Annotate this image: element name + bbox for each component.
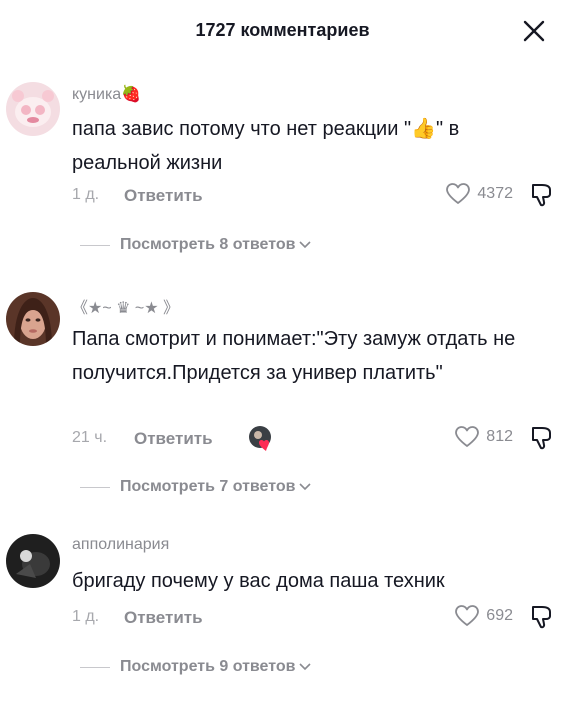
dislike-button[interactable] <box>529 604 555 635</box>
close-icon <box>523 20 545 42</box>
view-replies-label: Посмотреть 9 ответов <box>120 658 296 675</box>
dislike-icon <box>532 606 551 629</box>
avatar[interactable] <box>6 292 60 346</box>
avatar[interactable] <box>6 534 60 588</box>
comment-time: 21 ч. <box>72 429 108 446</box>
comment-item: 《★~ ♛ ~★ 》 Папа смотрит и понимает:"Эту … <box>0 288 565 508</box>
heart-icon <box>259 440 269 451</box>
reply-button[interactable]: Ответить <box>124 608 203 628</box>
view-replies-button[interactable]: Посмотреть 8 ответов <box>80 236 312 254</box>
like-button[interactable]: 812 <box>454 425 513 449</box>
dislike-button[interactable] <box>529 425 555 456</box>
username[interactable]: 《★~ ♛ ~★ 》 <box>72 294 179 318</box>
like-button[interactable]: 692 <box>454 604 513 628</box>
chevron-down-icon <box>299 663 312 671</box>
view-replies-label: Посмотреть 8 ответов <box>120 236 296 253</box>
comments-header: 1727 комментариев <box>0 0 565 62</box>
chevron-down-icon <box>299 483 312 491</box>
heart-icon <box>455 605 480 626</box>
like-button[interactable]: 4372 <box>445 182 513 206</box>
like-count: 4372 <box>477 185 513 202</box>
comment-text: Папа смотрит и понимает:"Эту замуж отдат… <box>72 328 516 384</box>
close-button[interactable] <box>521 18 547 44</box>
heart-icon <box>455 426 480 447</box>
comment-item: куника🍓 папа завис потому что нет реакци… <box>0 78 565 268</box>
reply-button[interactable]: Ответить <box>134 429 213 449</box>
reply-button[interactable]: Ответить <box>124 186 203 206</box>
comment-time: 1 д. <box>72 608 100 625</box>
dislike-icon <box>532 427 551 450</box>
comment-text: бригаду почему у вас дома паша техник <box>72 570 445 592</box>
comment-text: папа завис потому что нет реакции "👍" в … <box>72 118 460 174</box>
comment-time: 1 д. <box>72 186 100 203</box>
username[interactable]: куника🍓 <box>72 84 141 104</box>
creator-liked-badge <box>248 425 276 453</box>
username[interactable]: апполинария <box>72 536 169 554</box>
comment-item: апполинария бригаду почему у вас дома па… <box>0 530 565 690</box>
view-replies-button[interactable]: Посмотреть 9 ответов <box>80 658 312 676</box>
comments-count-title: 1727 комментариев <box>195 20 370 40</box>
like-count: 812 <box>486 428 513 445</box>
heart-icon <box>446 183 471 204</box>
chevron-down-icon <box>299 241 312 249</box>
like-count: 692 <box>486 607 513 624</box>
dislike-button[interactable] <box>529 182 555 213</box>
dislike-icon <box>532 184 551 207</box>
avatar[interactable] <box>6 82 60 136</box>
view-replies-button[interactable]: Посмотреть 7 ответов <box>80 478 312 496</box>
view-replies-label: Посмотреть 7 ответов <box>120 478 296 495</box>
